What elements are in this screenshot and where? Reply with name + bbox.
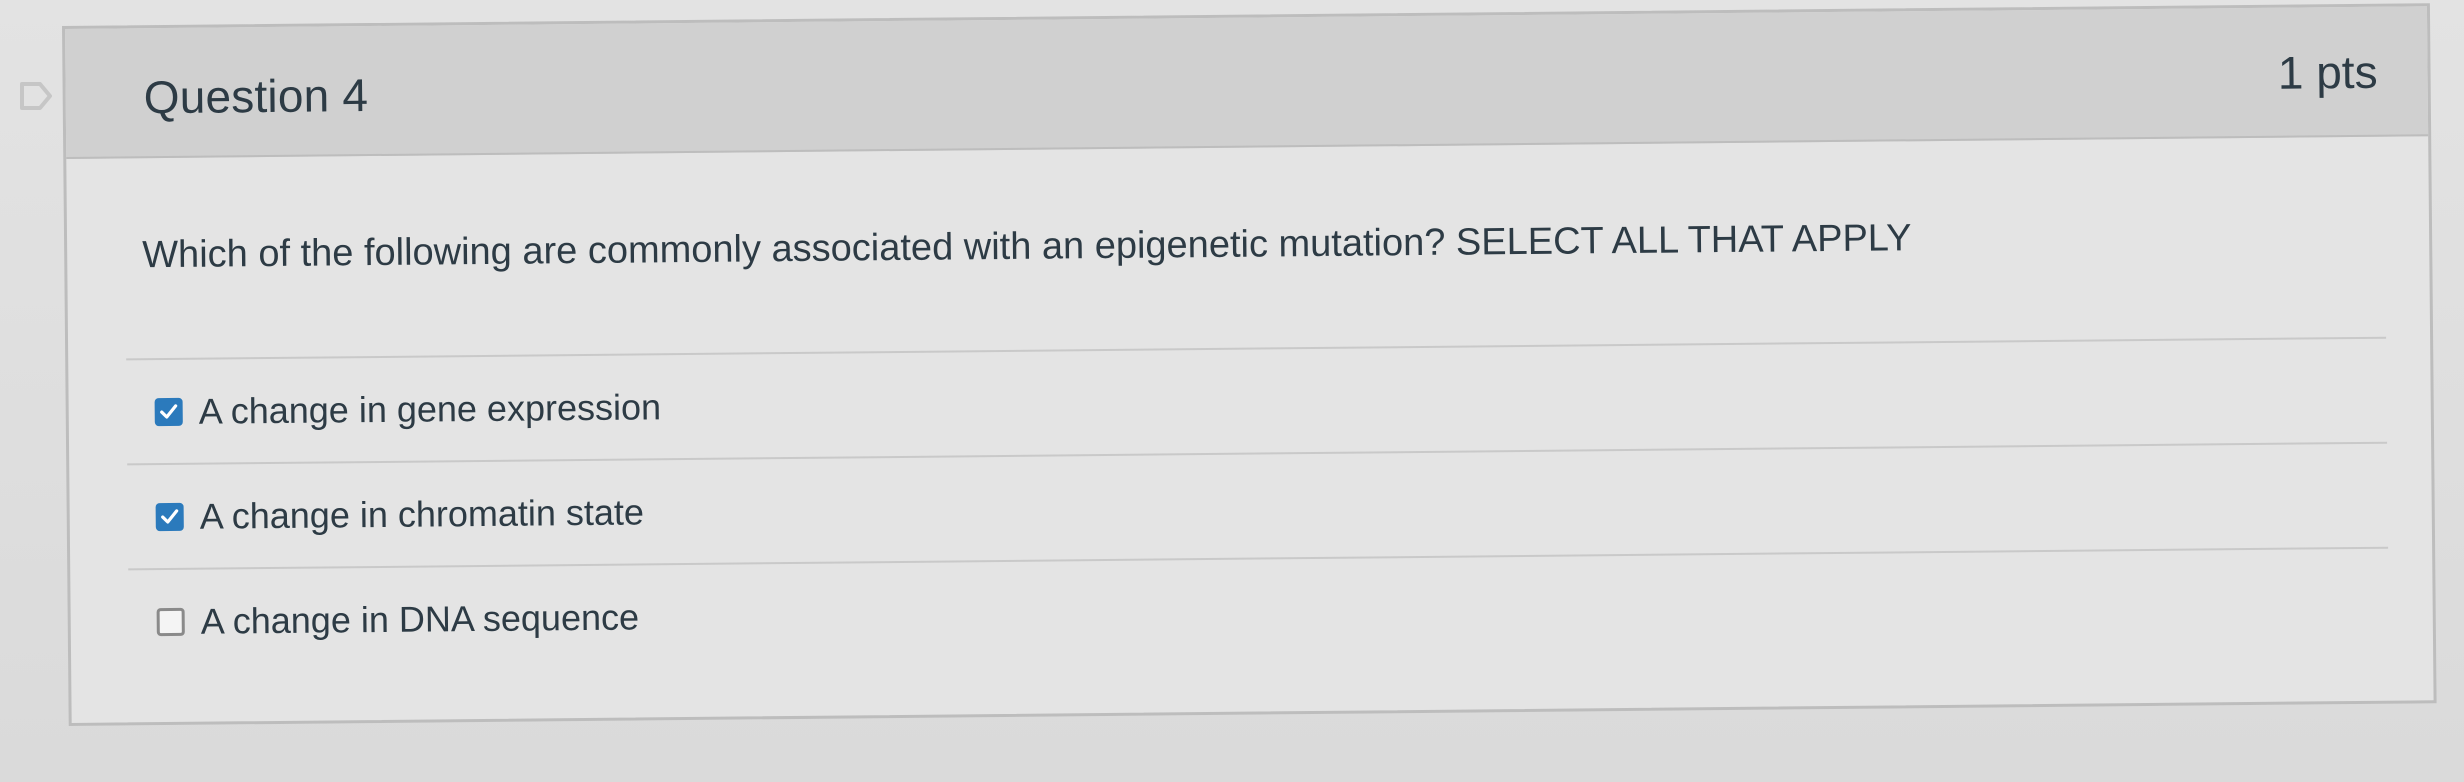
answer-checkbox[interactable]: [154, 397, 183, 426]
answer-checkbox[interactable]: [156, 607, 185, 636]
question-header: Question 4 1 pts: [65, 6, 2429, 159]
checkmark-icon: [161, 508, 179, 524]
answer-label: A change in gene expression: [198, 385, 662, 432]
question-points: 1 pts: [2277, 45, 2378, 99]
question-text: Which of the following are commonly asso…: [142, 217, 1912, 277]
answer-option[interactable]: A change in DNA sequence: [128, 546, 2390, 674]
answer-label: A change in DNA sequence: [200, 595, 640, 642]
flag-question-icon[interactable]: [18, 78, 54, 114]
answer-list: A change in gene expression A change in …: [126, 336, 2390, 674]
page: Question 4 1 pts Which of the following …: [0, 0, 2464, 782]
question-title: Question 4: [143, 69, 369, 124]
checkmark-icon: [160, 403, 178, 419]
answer-label: A change in chromatin state: [199, 490, 645, 537]
answer-checkbox[interactable]: [155, 502, 184, 531]
question-card: Question 4 1 pts Which of the following …: [62, 3, 2437, 726]
